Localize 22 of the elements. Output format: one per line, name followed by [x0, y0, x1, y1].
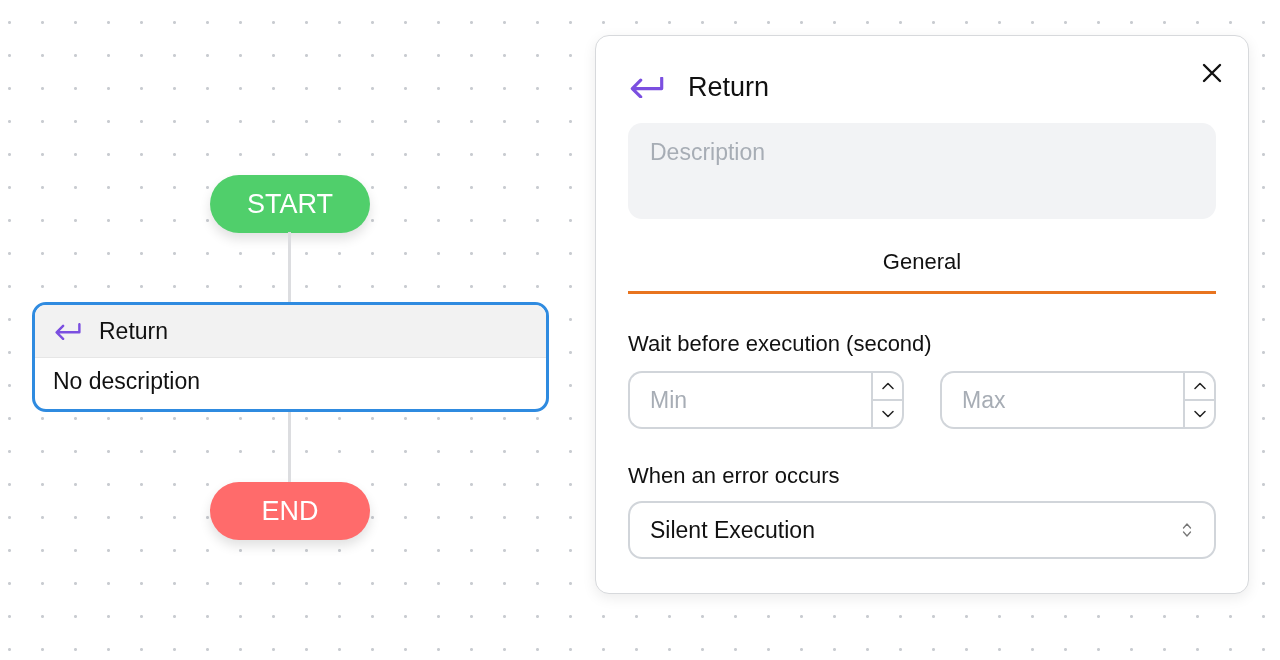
field-label: When an error occurs [628, 463, 841, 489]
chevron-up-icon [1193, 382, 1206, 390]
close-icon[interactable] [1202, 63, 1222, 83]
connector-line [288, 412, 291, 482]
tab[interactable]: General [628, 249, 1216, 294]
return-arrow-icon [55, 322, 81, 340]
error-select[interactable]: Silent Execution [628, 501, 1216, 559]
number-field[interactable]: Max [940, 371, 1183, 429]
block-node[interactable]: Return No description [32, 302, 549, 412]
panel-title: Return [688, 71, 770, 103]
chevron-up-icon [881, 382, 894, 390]
node-description: No description [52, 367, 202, 395]
description-field[interactable]: Description [628, 123, 1216, 219]
return-arrow-icon [630, 76, 664, 98]
up-down-chevron-icon [1182, 522, 1192, 538]
number-field[interactable]: Min [628, 371, 871, 429]
node-title: Return [99, 317, 169, 345]
chevron-down-icon [881, 410, 894, 418]
chevron-down-icon [1193, 410, 1206, 418]
connector-line [288, 232, 291, 302]
select-value: Silent Execution [650, 516, 815, 544]
field-label: Wait before execution (second) [628, 331, 933, 357]
